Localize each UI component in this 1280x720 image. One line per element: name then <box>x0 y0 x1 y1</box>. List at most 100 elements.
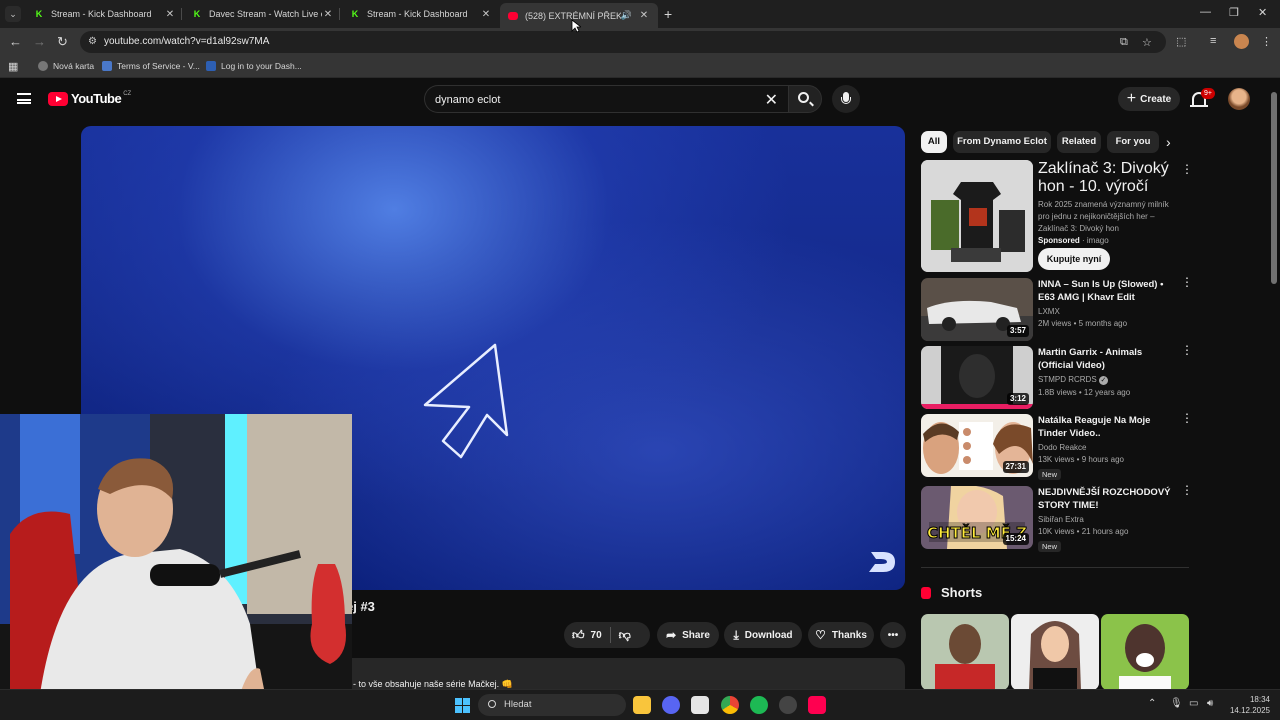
video-thumbnail[interactable]: 3:12 <box>921 346 1033 409</box>
tiktok-icon[interactable] <box>808 696 826 714</box>
back-icon[interactable]: ← <box>9 34 22 49</box>
recommendation-item[interactable]: CHTĚL MĚ Z 15:24 NEJDIVNĚJŠÍ ROZCHODOVÝ … <box>921 484 1193 552</box>
more-options-icon[interactable]: ⋮ <box>1181 276 1193 288</box>
more-options-icon[interactable]: ⋮ <box>1181 162 1193 176</box>
omnibox[interactable]: ⚙ youtube.com/watch?v=d1al92sw7MA ⧉ ☆ <box>80 31 1166 53</box>
channel-name[interactable]: LXMX <box>1038 307 1178 316</box>
bookmark-item[interactable]: Terms of Service - V... <box>102 61 200 71</box>
capture-app-icon[interactable] <box>691 696 709 714</box>
browser-tab-2[interactable]: K Davec Stream - Watch Live on Kick ✕ <box>184 3 342 25</box>
cast-icon[interactable]: ⧉ <box>1120 36 1128 49</box>
search-input[interactable]: dynamo eclot ✕ <box>424 85 788 113</box>
page-scrollbar[interactable] <box>1271 92 1277 284</box>
site-info-icon[interactable]: ⚙ <box>88 36 97 47</box>
account-avatar[interactable] <box>1228 88 1250 110</box>
dislike-button[interactable]: 👎︎ <box>619 628 631 643</box>
voice-search-button[interactable] <box>832 85 860 113</box>
short-thumbnail[interactable] <box>921 614 1009 690</box>
forward-icon[interactable]: → <box>33 34 46 49</box>
short-thumbnail[interactable] <box>1101 614 1189 690</box>
chip-all[interactable]: All <box>921 131 947 153</box>
restore-icon[interactable]: ❐ <box>1229 6 1239 19</box>
extensions-icon[interactable]: ⬚ <box>1176 35 1186 48</box>
bookmark-item[interactable]: Log in to your Dash... <box>206 61 302 71</box>
volume-icon[interactable]: 🔊︎ <box>1207 698 1213 709</box>
kick-icon: K <box>35 9 43 19</box>
mic-tray-icon[interactable]: 🎙︎ <box>1170 698 1183 709</box>
chevron-right-icon[interactable]: › <box>1166 134 1171 150</box>
short-thumbnail[interactable] <box>1011 614 1099 690</box>
browser-tab-3[interactable]: K Stream - Kick Dashboard ✕ <box>342 3 500 25</box>
video-thumbnail[interactable]: 3:57 <box>921 278 1033 341</box>
chip-from-channel[interactable]: From Dynamo Eclot <box>953 131 1051 153</box>
duration-badge: 3:12 <box>1006 393 1029 405</box>
reload-icon[interactable]: ↻ <box>57 34 68 50</box>
sponsored-ad[interactable]: Zaklínač 3: Divoký hon - 10. výročí Rok … <box>921 160 1193 272</box>
browser-menu-icon[interactable]: ⋮ <box>1261 35 1272 48</box>
chevron-up-icon[interactable]: ⌃ <box>1148 698 1156 709</box>
windows-taskbar: Hledat ⌃ 🎙︎ ▭ 🔊︎ 18:34 14.12.2025 <box>0 689 1280 720</box>
video-title[interactable]: Natálka Reaguje Na Moje Tinder Video.. <box>1038 414 1178 440</box>
menu-icon[interactable] <box>17 93 31 104</box>
search-button[interactable] <box>788 85 822 113</box>
more-options-icon[interactable]: ⋮ <box>1181 344 1193 356</box>
create-button[interactable]: + Create <box>1118 87 1180 111</box>
close-window-icon[interactable]: ✕ <box>1258 6 1267 19</box>
close-tab-icon[interactable]: ✕ <box>322 9 334 20</box>
close-tab-icon[interactable]: ✕ <box>638 10 650 21</box>
bookmarks-bar: ▦ Nová karta Terms of Service - V... Log… <box>0 56 1280 78</box>
tab-search-icon[interactable]: ⌄ <box>5 6 21 22</box>
file-explorer-icon[interactable] <box>633 696 651 714</box>
clock[interactable]: 18:34 14.12.2025 <box>1228 694 1270 716</box>
obs-icon[interactable] <box>779 696 797 714</box>
taskbar-search[interactable]: Hledat <box>478 694 626 716</box>
more-icon: ••• <box>887 629 899 641</box>
thanks-button[interactable]: ♡ Thanks <box>808 622 874 648</box>
browser-tab-1[interactable]: K Stream - Kick Dashboard ✕ <box>26 3 184 25</box>
ad-title[interactable]: Zaklínač 3: Divoký hon - 10. výročí <box>1038 160 1178 196</box>
search-icon <box>798 92 809 103</box>
new-tab-button[interactable]: + <box>664 6 672 22</box>
apps-grid-icon[interactable]: ▦ <box>8 60 18 73</box>
channel-watermark-icon <box>869 552 895 572</box>
bookmark-star-icon[interactable]: ☆ <box>1142 36 1152 49</box>
dashboard-icon <box>206 61 216 71</box>
profile-avatar[interactable] <box>1234 34 1249 49</box>
ad-thumbnail[interactable] <box>921 160 1033 272</box>
video-thumbnail[interactable]: 27:31 <box>921 414 1033 477</box>
search-icon <box>488 700 496 708</box>
recommendation-item[interactable]: 3:12 Martin Garrix - Animals (Official V… <box>921 344 1193 409</box>
download-button[interactable]: ⤓ Download <box>724 622 802 648</box>
channel-name[interactable]: STMPD RCRDS ✓ <box>1038 375 1178 385</box>
video-title[interactable]: INNA – Sun Is Up (Slowed) • E63 AMG | Kh… <box>1038 278 1178 304</box>
recommendation-item[interactable]: 3:57 INNA – Sun Is Up (Slowed) • E63 AMG… <box>921 276 1193 341</box>
more-options-icon[interactable]: ⋮ <box>1181 484 1193 496</box>
close-tab-icon[interactable]: ✕ <box>164 9 176 20</box>
globe-icon <box>38 61 48 71</box>
channel-name[interactable]: Dodo Reakce <box>1038 443 1178 452</box>
minimize-icon[interactable]: — <box>1200 6 1211 18</box>
channel-name[interactable]: Sibiřan Extra <box>1038 515 1178 524</box>
more-options-icon[interactable]: ⋮ <box>1181 412 1193 424</box>
video-title[interactable]: NEJDIVNĚJŠÍ ROZCHODOVÝ STORY TIME! <box>1038 486 1178 512</box>
windows-start-icon[interactable] <box>455 698 470 713</box>
chip-for-you[interactable]: For you <box>1107 131 1159 153</box>
chrome-icon[interactable] <box>721 696 739 714</box>
network-icon[interactable]: ▭ <box>1189 698 1198 709</box>
speaker-icon[interactable]: 🔊 <box>621 10 632 21</box>
like-button[interactable]: 👍︎ 70 <box>572 628 602 643</box>
clear-search-icon[interactable]: ✕ <box>765 90 778 110</box>
more-actions-button[interactable]: ••• <box>880 622 906 648</box>
media-controls-icon[interactable]: ≡ <box>1210 35 1216 47</box>
ad-cta-button[interactable]: Kupujte nyní <box>1038 248 1110 270</box>
chip-related[interactable]: Related <box>1057 131 1101 153</box>
spotify-icon[interactable] <box>750 696 768 714</box>
close-tab-icon[interactable]: ✕ <box>480 9 492 20</box>
discord-icon[interactable] <box>662 696 680 714</box>
share-button[interactable]: ➦ Share <box>657 622 719 648</box>
recommendation-item[interactable]: 27:31 Natálka Reaguje Na Moje Tinder Vid… <box>921 412 1193 480</box>
video-title[interactable]: Martin Garrix - Animals (Official Video) <box>1038 346 1178 372</box>
video-thumbnail[interactable]: CHTĚL MĚ Z 15:24 <box>921 486 1033 549</box>
bookmark-item[interactable]: Nová karta <box>38 61 94 71</box>
youtube-logo[interactable]: YouTube CZ <box>48 91 131 106</box>
